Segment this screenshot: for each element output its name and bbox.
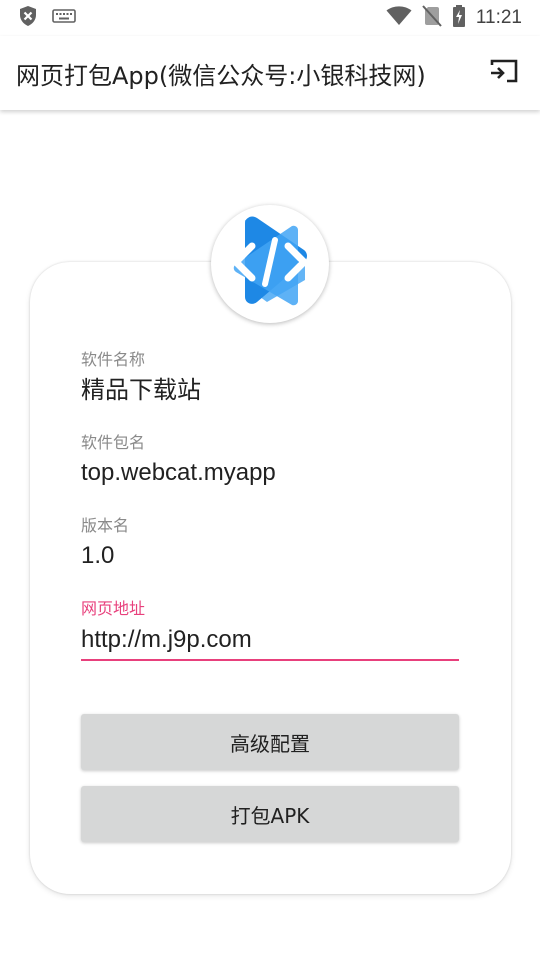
cast-button[interactable] <box>484 53 524 93</box>
keyboard-icon <box>52 8 76 28</box>
app-bar: 网页打包App(微信公众号:小银科技网) <box>0 36 540 110</box>
version-name-field[interactable]: 版本名 1.0 <box>81 516 459 572</box>
build-apk-button[interactable]: 打包APK <box>81 786 459 842</box>
package-name-field[interactable]: 软件包名 top.webcat.myapp <box>81 433 459 489</box>
wifi-icon <box>386 6 412 30</box>
cast-icon <box>489 57 519 89</box>
package-name-label: 软件包名 <box>81 433 146 452</box>
version-name-label: 版本名 <box>81 516 130 535</box>
code-logo-icon <box>214 206 326 322</box>
url-label: 网页地址 <box>81 599 146 618</box>
app-name-field[interactable]: 软件名称 精品下载站 <box>81 350 459 406</box>
status-time: 11:21 <box>475 7 522 28</box>
app-name-value[interactable]: 精品下载站 <box>81 374 459 406</box>
app-name-label: 软件名称 <box>81 350 146 369</box>
battery-charging-icon <box>452 5 466 31</box>
app-logo <box>211 205 329 323</box>
status-bar: 11:21 <box>0 0 540 36</box>
version-name-value[interactable]: 1.0 <box>81 540 459 572</box>
advanced-config-button[interactable]: 高级配置 <box>81 714 459 770</box>
url-input[interactable] <box>81 621 459 661</box>
no-sim-icon <box>422 5 442 31</box>
app-title: 网页打包App(微信公众号:小银科技网) <box>16 61 426 90</box>
url-field[interactable]: 网页地址 <box>81 599 459 661</box>
shield-x-icon <box>18 5 38 31</box>
package-name-value[interactable]: top.webcat.myapp <box>81 457 459 489</box>
